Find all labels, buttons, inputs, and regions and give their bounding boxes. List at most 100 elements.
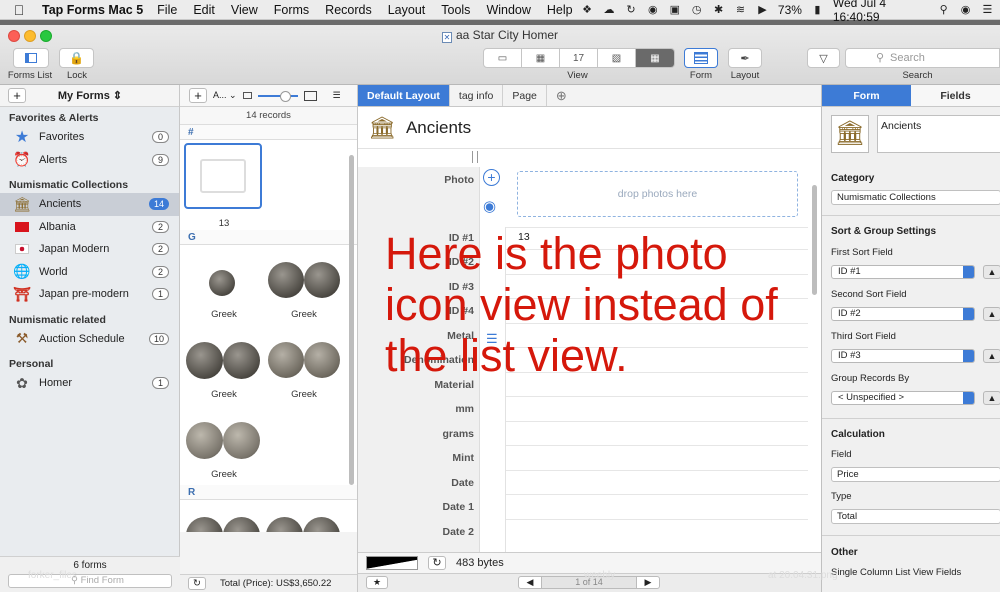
photo-grid-view-icon[interactable]: ▦	[636, 49, 674, 67]
record-tile[interactable]: Greek	[184, 408, 264, 488]
refresh-icon[interactable]: ↻	[188, 577, 206, 590]
calc-type-select[interactable]: Total	[831, 509, 1000, 524]
sync-icon[interactable]: ↻	[624, 4, 637, 16]
menu-tools[interactable]: Tools	[433, 3, 478, 17]
sidebar-item-homer[interactable]: ✿ Homer 1	[0, 372, 179, 395]
menu-file[interactable]: File	[149, 3, 185, 17]
desktop-file-label[interactable]: at 20.04.31.png	[768, 570, 838, 581]
tab-tag-info[interactable]: tag info	[450, 85, 504, 106]
tab-page[interactable]: Page	[503, 85, 547, 106]
spotlight-icon[interactable]: ⚲	[937, 4, 950, 16]
single-column-view-icon[interactable]: ▭	[484, 49, 522, 67]
add-record-button[interactable]: +	[189, 88, 207, 103]
form-icon-well[interactable]: 🏛	[831, 115, 869, 153]
sidebar-item-alerts[interactable]: ⏰ Alerts 9	[0, 149, 179, 172]
record-tile[interactable]: Greek	[184, 248, 264, 328]
battery-icon[interactable]: ▮	[811, 4, 824, 16]
dropbox-icon[interactable]: ❖	[581, 4, 594, 16]
sidebar-item-japan-pre-modern[interactable]: ⛩ Japan pre-modern 1	[0, 283, 179, 306]
notification-center-icon[interactable]: ☰	[981, 4, 994, 16]
menu-layout[interactable]: Layout	[380, 3, 434, 17]
sort-popup[interactable]: A... ⌄	[213, 90, 237, 101]
menu-forms[interactable]: Forms	[266, 3, 317, 17]
add-layout-icon[interactable]: ⊕	[547, 85, 576, 106]
sort-direction-button[interactable]: ▲	[983, 265, 1000, 279]
refresh-icon[interactable]: ↻	[428, 556, 446, 570]
sort-direction-button[interactable]: ▲	[983, 307, 1000, 321]
photo-drop-zone[interactable]: drop photos here	[517, 171, 798, 217]
id1-value[interactable]: 13	[518, 231, 530, 243]
network-icon[interactable]: ◉	[646, 4, 659, 16]
sidebar-item-albania[interactable]: Albania 2	[0, 216, 179, 239]
calculation-total[interactable]: Total (Price): US$3,650.22	[220, 578, 331, 589]
app-menu[interactable]: Tap Forms Mac 5	[38, 3, 149, 17]
record-tile[interactable]: Greek	[184, 328, 264, 408]
favorite-star-icon[interactable]: ★	[366, 576, 388, 589]
record-header: 🏛 Ancients	[358, 107, 821, 149]
split-handle[interactable]	[472, 151, 478, 163]
tab-fields[interactable]: Fields	[911, 85, 1000, 106]
sidebar-item-ancients[interactable]: 🏛 Ancients 14	[0, 193, 179, 216]
add-photo-icon[interactable]: +	[483, 169, 500, 186]
calendar-view-icon[interactable]: 17	[560, 49, 598, 67]
record-tile[interactable]: Greek	[264, 248, 344, 328]
coin-image	[186, 422, 223, 459]
clock[interactable]: Wed Jul 4 16:40:59	[833, 0, 928, 24]
menu-edit[interactable]: Edit	[185, 3, 223, 17]
detail-scrollbar[interactable]	[812, 185, 817, 295]
desktop-file-label[interactable]: forker_files	[28, 570, 77, 581]
apple-menu-icon[interactable]: 	[0, 2, 38, 18]
filter-button[interactable]: ▽	[807, 48, 840, 68]
sidebar-item-auction-schedule[interactable]: ⚒ Auction Schedule 10	[0, 328, 179, 351]
wifi-icon[interactable]: ≋	[734, 4, 747, 16]
siri-icon[interactable]: ◉	[959, 4, 972, 16]
sidebar-item-favorites[interactable]: ★ Favorites 0	[0, 126, 179, 149]
forms-list-button[interactable]	[13, 48, 49, 68]
add-form-button[interactable]: +	[8, 88, 26, 103]
record-tile[interactable]: 13	[184, 143, 264, 233]
record-tile[interactable]: Greek	[264, 328, 344, 408]
form-button[interactable]	[684, 48, 718, 68]
next-record-button[interactable]: ▶	[636, 576, 660, 589]
view-label: View	[567, 70, 588, 81]
tile-grid	[180, 500, 357, 532]
group-records-select[interactable]: < Unspecified >	[831, 391, 975, 405]
menu-view[interactable]: View	[223, 3, 266, 17]
lock-button[interactable]: 🔒	[59, 48, 94, 68]
sort-direction-button[interactable]: ▲	[983, 349, 1000, 363]
sidebar-item-world[interactable]: 🌐 World 2	[0, 261, 179, 284]
list-options-icon[interactable]: ☰	[333, 90, 341, 101]
layout-button[interactable]: ✒	[728, 48, 762, 68]
record-tile[interactable]	[264, 503, 344, 532]
second-sort-select[interactable]: ID #2	[831, 307, 975, 321]
cloud-upload-icon[interactable]: ☁	[603, 4, 616, 16]
thumbnail-size-slider[interactable]	[257, 90, 298, 102]
camera-icon[interactable]: ◉	[483, 197, 496, 215]
form-name-field[interactable]: Ancients	[877, 115, 1000, 153]
volume-icon[interactable]: ▶	[756, 4, 769, 16]
tab-default-layout[interactable]: Default Layout	[358, 85, 450, 106]
color-swatch[interactable]	[366, 556, 418, 570]
group-direction-button[interactable]: ▲	[983, 391, 1000, 405]
category-field[interactable]: Numismatic Collections	[831, 190, 1000, 205]
list-scrollbar[interactable]	[349, 155, 354, 485]
menu-help[interactable]: Help	[539, 3, 581, 17]
search-input[interactable]: ⚲ Search	[845, 48, 1000, 68]
bluetooth-icon[interactable]: ✱	[712, 4, 725, 16]
time-machine-icon[interactable]: ◷	[690, 4, 703, 16]
menu-records[interactable]: Records	[317, 3, 380, 17]
map-view-icon[interactable]: ▧	[598, 49, 636, 67]
calc-field-select[interactable]: Price	[831, 467, 1000, 482]
multi-column-view-icon[interactable]: ▦	[522, 49, 560, 67]
vpn-icon[interactable]: ▣	[668, 4, 681, 16]
record-tile[interactable]	[184, 503, 264, 532]
pick-list-icon[interactable]: ☰	[486, 331, 498, 347]
desktop-file-label[interactable]: weebly	[584, 570, 615, 581]
menu-window[interactable]: Window	[478, 3, 538, 17]
my-forms-popup[interactable]: My Forms ⇕	[0, 89, 180, 102]
previous-record-button[interactable]: ◀	[518, 576, 542, 589]
third-sort-select[interactable]: ID #3	[831, 349, 975, 363]
tab-form[interactable]: Form	[822, 85, 911, 106]
sidebar-item-japan-modern[interactable]: Japan Modern 2	[0, 238, 179, 261]
first-sort-select[interactable]: ID #1	[831, 265, 975, 279]
